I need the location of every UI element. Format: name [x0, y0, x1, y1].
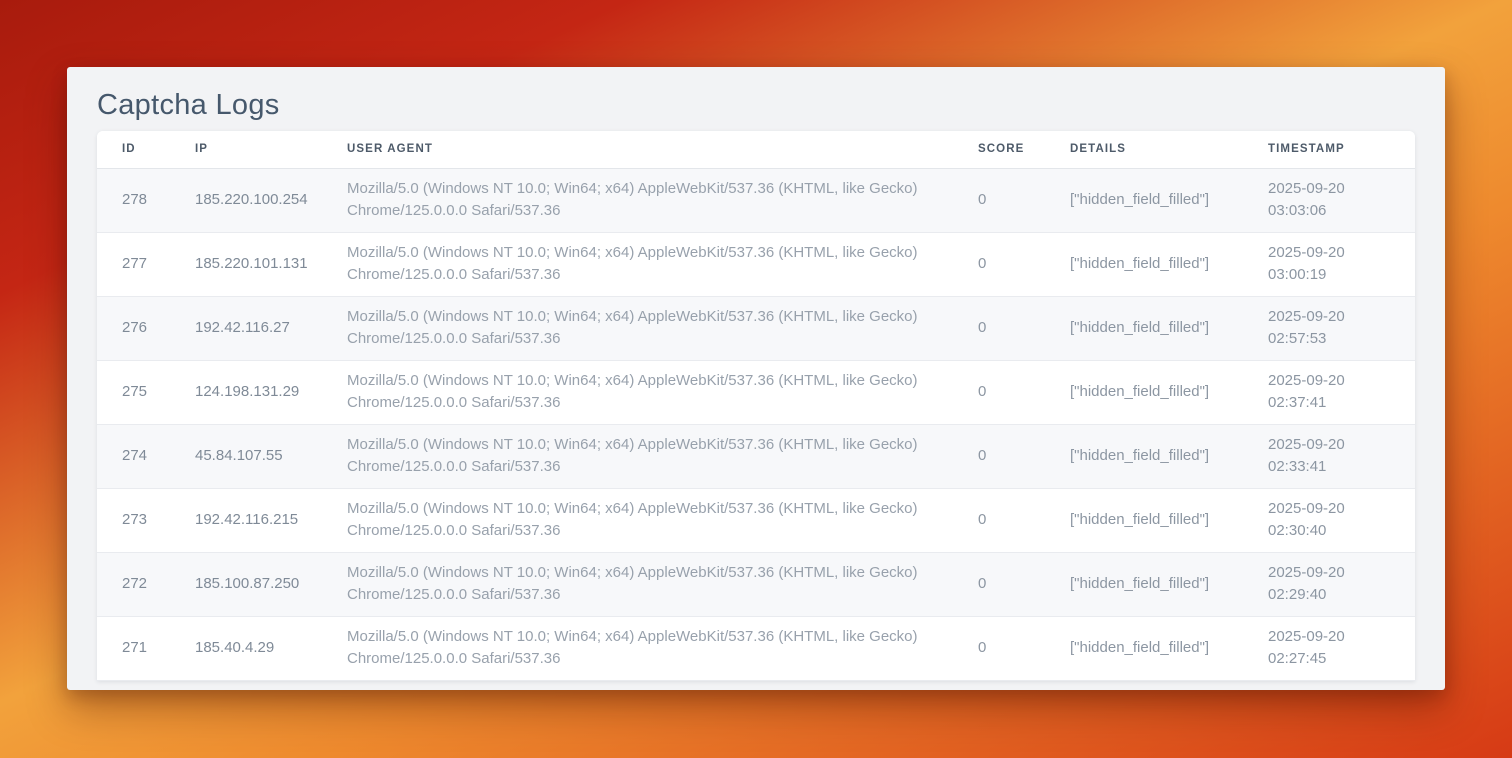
cell-details: ["hidden_field_filled"]: [1070, 232, 1268, 296]
table-body: 278 185.220.100.254 Mozilla/5.0 (Windows…: [97, 168, 1415, 680]
cell-details: ["hidden_field_filled"]: [1070, 360, 1268, 424]
cell-user-agent: Mozilla/5.0 (Windows NT 10.0; Win64; x64…: [347, 296, 978, 360]
cell-timestamp: 2025-09-20 02:27:45: [1268, 616, 1415, 680]
cell-timestamp: 2025-09-20 03:03:06: [1268, 168, 1415, 232]
cell-timestamp: 2025-09-20 02:37:41: [1268, 360, 1415, 424]
cell-score: 0: [978, 616, 1070, 680]
column-header-user-agent: USER AGENT: [347, 131, 978, 168]
cell-score: 0: [978, 296, 1070, 360]
cell-score: 0: [978, 488, 1070, 552]
cell-user-agent: Mozilla/5.0 (Windows NT 10.0; Win64; x64…: [347, 616, 978, 680]
cell-id: 278: [97, 168, 195, 232]
cell-user-agent: Mozilla/5.0 (Windows NT 10.0; Win64; x64…: [347, 552, 978, 616]
column-header-ip: IP: [195, 131, 347, 168]
cell-id: 273: [97, 488, 195, 552]
cell-score: 0: [978, 552, 1070, 616]
page-background: { "page": { "title": "Captcha Logs" }, "…: [0, 0, 1512, 758]
cell-ip: 185.40.4.29: [195, 616, 347, 680]
table-row: 276 192.42.116.27 Mozilla/5.0 (Windows N…: [97, 296, 1415, 360]
cell-ip: 45.84.107.55: [195, 424, 347, 488]
column-header-score: SCORE: [978, 131, 1070, 168]
table-header-row: ID IP USER AGENT SCORE DETAILS TIMESTAMP: [97, 131, 1415, 168]
logs-table-container: ID IP USER AGENT SCORE DETAILS TIMESTAMP…: [97, 131, 1415, 681]
cell-ip: 185.220.101.131: [195, 232, 347, 296]
page-title: Captcha Logs: [67, 67, 1445, 122]
table-row: 275 124.198.131.29 Mozilla/5.0 (Windows …: [97, 360, 1415, 424]
cell-score: 0: [978, 232, 1070, 296]
table-row: 277 185.220.101.131 Mozilla/5.0 (Windows…: [97, 232, 1415, 296]
cell-ip: 192.42.116.215: [195, 488, 347, 552]
cell-user-agent: Mozilla/5.0 (Windows NT 10.0; Win64; x64…: [347, 360, 978, 424]
captcha-logs-table: ID IP USER AGENT SCORE DETAILS TIMESTAMP…: [97, 131, 1415, 681]
cell-details: ["hidden_field_filled"]: [1070, 488, 1268, 552]
cell-user-agent: Mozilla/5.0 (Windows NT 10.0; Win64; x64…: [347, 232, 978, 296]
table-row: 278 185.220.100.254 Mozilla/5.0 (Windows…: [97, 168, 1415, 232]
cell-id: 277: [97, 232, 195, 296]
table-row: 274 45.84.107.55 Mozilla/5.0 (Windows NT…: [97, 424, 1415, 488]
table-row: 271 185.40.4.29 Mozilla/5.0 (Windows NT …: [97, 616, 1415, 680]
column-header-id: ID: [97, 131, 195, 168]
captcha-logs-card: Captcha Logs ID IP USER AGENT SCORE DETA…: [67, 67, 1445, 690]
cell-timestamp: 2025-09-20 02:30:40: [1268, 488, 1415, 552]
cell-timestamp: 2025-09-20 02:29:40: [1268, 552, 1415, 616]
cell-details: ["hidden_field_filled"]: [1070, 616, 1268, 680]
cell-user-agent: Mozilla/5.0 (Windows NT 10.0; Win64; x64…: [347, 488, 978, 552]
cell-timestamp: 2025-09-20 03:00:19: [1268, 232, 1415, 296]
cell-details: ["hidden_field_filled"]: [1070, 296, 1268, 360]
column-header-timestamp: TIMESTAMP: [1268, 131, 1415, 168]
cell-score: 0: [978, 168, 1070, 232]
cell-ip: 192.42.116.27: [195, 296, 347, 360]
cell-ip: 185.220.100.254: [195, 168, 347, 232]
table-row: 273 192.42.116.215 Mozilla/5.0 (Windows …: [97, 488, 1415, 552]
table-row: 272 185.100.87.250 Mozilla/5.0 (Windows …: [97, 552, 1415, 616]
cell-id: 275: [97, 360, 195, 424]
cell-id: 274: [97, 424, 195, 488]
cell-details: ["hidden_field_filled"]: [1070, 168, 1268, 232]
cell-score: 0: [978, 424, 1070, 488]
cell-id: 276: [97, 296, 195, 360]
cell-timestamp: 2025-09-20 02:57:53: [1268, 296, 1415, 360]
cell-user-agent: Mozilla/5.0 (Windows NT 10.0; Win64; x64…: [347, 168, 978, 232]
cell-ip: 124.198.131.29: [195, 360, 347, 424]
cell-details: ["hidden_field_filled"]: [1070, 552, 1268, 616]
cell-details: ["hidden_field_filled"]: [1070, 424, 1268, 488]
cell-id: 272: [97, 552, 195, 616]
cell-score: 0: [978, 360, 1070, 424]
cell-timestamp: 2025-09-20 02:33:41: [1268, 424, 1415, 488]
cell-id: 271: [97, 616, 195, 680]
cell-user-agent: Mozilla/5.0 (Windows NT 10.0; Win64; x64…: [347, 424, 978, 488]
column-header-details: DETAILS: [1070, 131, 1268, 168]
cell-ip: 185.100.87.250: [195, 552, 347, 616]
